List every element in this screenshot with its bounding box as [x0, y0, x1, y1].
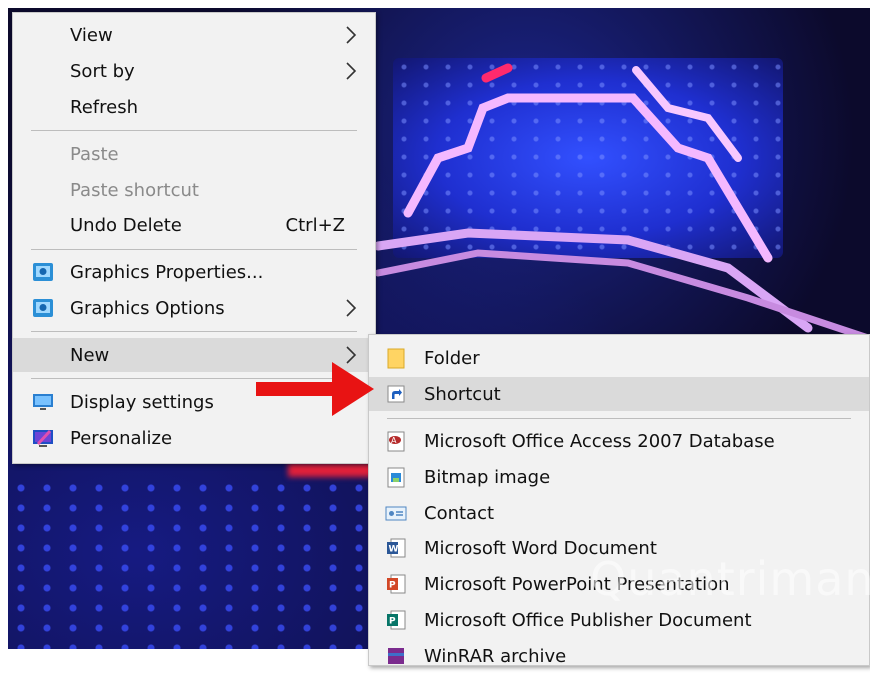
menu-item-paste-shortcut[interactable]: Paste shortcut	[13, 173, 375, 207]
menu-item-label: View	[70, 24, 113, 46]
svg-text:A: A	[391, 436, 397, 445]
folder-icon	[387, 348, 405, 369]
new-item-bitmap-image[interactable]: Bitmap image	[369, 460, 869, 494]
new-item-folder[interactable]: Folder	[369, 341, 869, 375]
menu-separator	[387, 418, 851, 419]
winrar-icon	[388, 648, 404, 664]
menu-item-personalize[interactable]: Personalize	[13, 421, 375, 455]
menu-item-undo-delete[interactable]: Undo Delete Ctrl+Z	[13, 208, 375, 242]
word-icon: W	[387, 538, 406, 558]
menu-item-label: Refresh	[70, 96, 138, 118]
menu-item-label: Microsoft Office Publisher Document	[424, 609, 752, 631]
new-item-shortcut[interactable]: Shortcut	[369, 377, 869, 411]
menu-item-label: Bitmap image	[424, 466, 551, 488]
chevron-right-icon	[346, 26, 357, 44]
menu-item-label: Personalize	[70, 427, 173, 449]
menu-item-label: Display settings	[70, 391, 214, 413]
new-item-contact[interactable]: Contact	[369, 496, 869, 530]
menu-item-label: Paste shortcut	[70, 179, 199, 201]
powerpoint-icon: P	[387, 574, 406, 594]
keyboard-shortcut: Ctrl+Z	[285, 214, 345, 236]
menu-separator	[31, 130, 357, 131]
menu-item-label: Graphics Options	[70, 297, 225, 319]
menu-item-label: Undo Delete	[70, 214, 182, 236]
menu-item-graphics-properties[interactable]: Graphics Properties...	[13, 255, 375, 289]
red-arrow-shaft	[256, 382, 334, 396]
menu-item-label: Paste	[70, 143, 119, 165]
bitmap-icon	[387, 467, 405, 488]
new-submenu: Folder Shortcut A Microsoft Office Acces…	[368, 334, 870, 667]
menu-item-graphics-options[interactable]: Graphics Options	[13, 291, 375, 325]
menu-item-label: Shortcut	[424, 383, 501, 405]
new-item-access-database[interactable]: A Microsoft Office Access 2007 Database	[369, 424, 869, 458]
menu-item-label: Graphics Properties...	[70, 261, 264, 283]
menu-item-label: New	[70, 344, 110, 366]
shortcut-icon	[387, 385, 405, 403]
chevron-right-icon	[346, 299, 357, 317]
svg-text:P: P	[389, 581, 396, 591]
intel-graphics-icon	[33, 263, 53, 281]
menu-item-label: Sort by	[70, 60, 135, 82]
display-monitor-icon	[33, 394, 53, 410]
menu-separator	[31, 378, 357, 379]
menu-item-view[interactable]: View	[13, 18, 375, 52]
menu-item-paste[interactable]: Paste	[13, 137, 375, 171]
access-icon: A	[387, 431, 405, 452]
svg-text:P: P	[389, 617, 396, 627]
menu-separator	[31, 331, 357, 332]
publisher-icon: P	[387, 610, 406, 630]
contact-icon	[385, 506, 407, 521]
watermark: Quantrimang	[590, 552, 870, 606]
menu-item-sort-by[interactable]: Sort by	[13, 54, 375, 88]
red-arrow-head	[332, 362, 374, 416]
desktop-context-menu: View Sort by Refresh Paste Paste shortcu…	[12, 12, 376, 464]
menu-item-label: Microsoft Office Access 2007 Database	[424, 430, 775, 452]
svg-text:W: W	[389, 545, 399, 555]
new-item-publisher-document[interactable]: P Microsoft Office Publisher Document	[369, 603, 869, 637]
menu-item-new[interactable]: New	[13, 338, 375, 372]
chevron-right-icon	[346, 62, 357, 80]
menu-item-label: Folder	[424, 347, 480, 369]
menu-item-refresh[interactable]: Refresh	[13, 90, 375, 124]
menu-item-label: Contact	[424, 502, 495, 524]
new-item-winrar-archive[interactable]: WinRAR archive	[369, 639, 869, 673]
menu-separator	[31, 249, 357, 250]
intel-graphics-icon	[33, 299, 53, 317]
personalize-icon	[33, 429, 53, 447]
